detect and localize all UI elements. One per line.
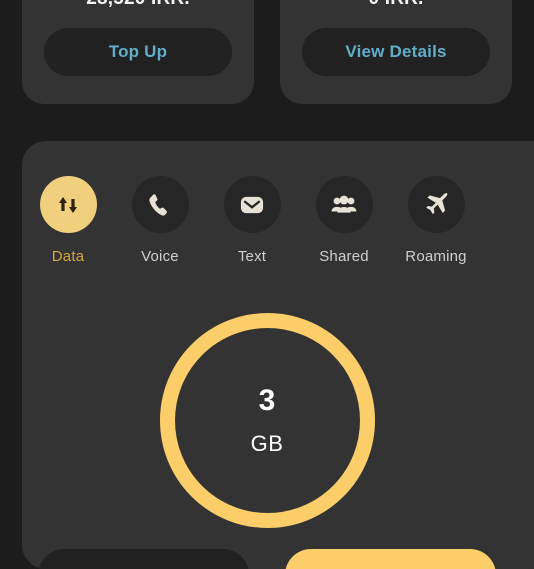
balance-amount: 28,520 IRR. — [86, 0, 190, 10]
balance-cards-row: 28,520 IRR. Top Up 0 IRR. View Details — [0, 0, 534, 104]
view-details-button[interactable]: View Details — [302, 28, 490, 76]
usage-category-row: Data Voice Text Shared Roaming — [22, 176, 482, 265]
phone-icon — [131, 176, 189, 233]
balance-amount: 0 IRR. — [368, 0, 423, 10]
people-group-icon — [315, 176, 373, 233]
usage-gauge-value: 3 — [258, 384, 276, 417]
category-label: Roaming — [405, 248, 467, 265]
category-label: Data — [51, 248, 85, 265]
category-label: Shared — [319, 248, 369, 265]
category-tab-roaming[interactable]: Roaming — [390, 176, 482, 265]
data-transfer-icon — [39, 176, 97, 233]
category-tab-data[interactable]: Data — [22, 176, 114, 265]
category-tab-shared[interactable]: Shared — [298, 176, 390, 265]
usage-panel: Data Voice Text Shared Roaming 3 GB — [22, 141, 534, 569]
category-tab-voice[interactable]: Voice — [114, 176, 206, 265]
category-tab-text[interactable]: Text — [206, 176, 298, 265]
primary-action-button[interactable] — [285, 549, 496, 569]
envelope-icon — [223, 176, 281, 233]
balance-card-primary: 28,520 IRR. Top Up — [22, 0, 254, 104]
category-label: Voice — [141, 248, 179, 265]
top-up-button[interactable]: Top Up — [44, 28, 232, 76]
secondary-action-button[interactable] — [38, 549, 249, 569]
bottom-actions-row — [22, 549, 512, 569]
usage-gauge: 3 GB — [159, 313, 375, 528]
usage-gauge-text: 3 GB — [160, 313, 375, 528]
mobile-account-screen: 28,520 IRR. Top Up 0 IRR. View Details D… — [0, 0, 534, 569]
category-label: Text — [237, 248, 267, 265]
balance-card-secondary: 0 IRR. View Details — [280, 0, 512, 104]
usage-gauge-unit: GB — [250, 431, 284, 456]
airplane-icon — [407, 176, 465, 233]
usage-gauge-wrap: 3 GB — [22, 313, 512, 528]
